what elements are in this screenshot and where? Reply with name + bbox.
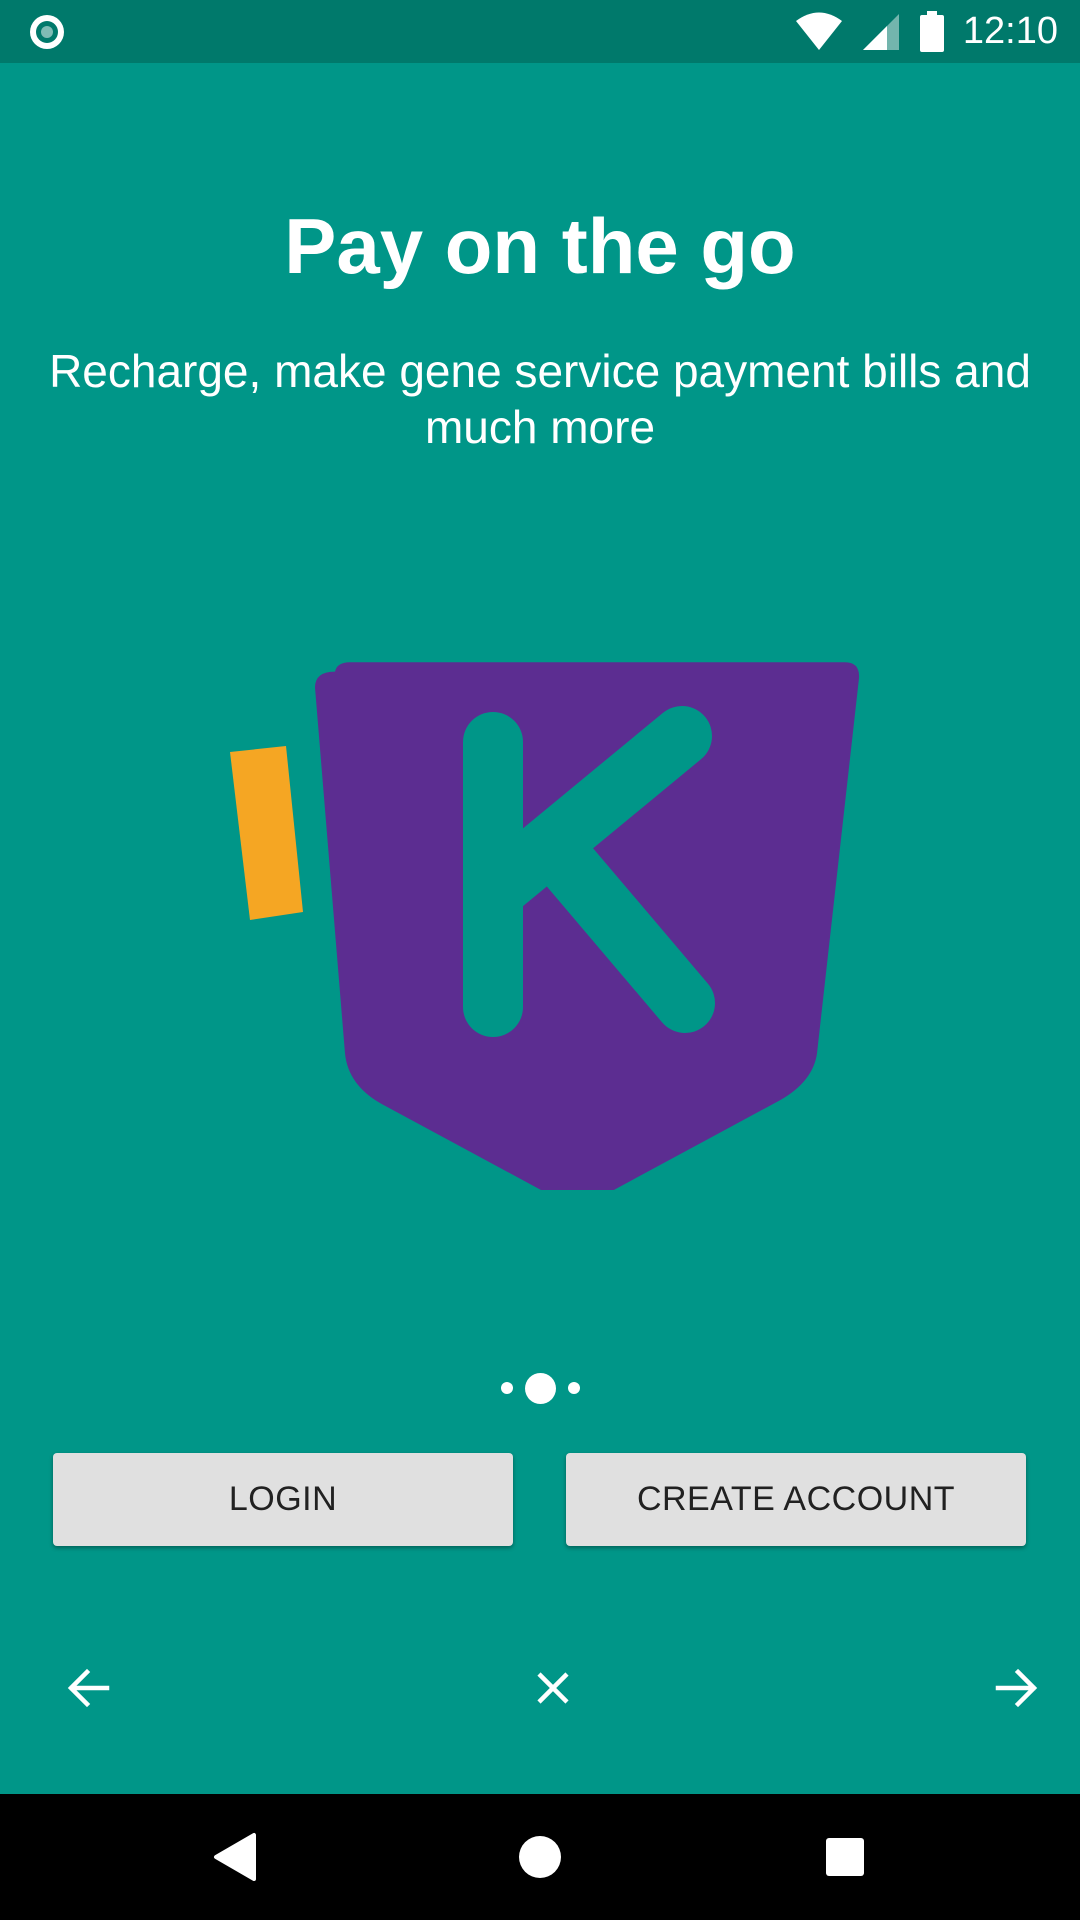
login-button[interactable]: LOGIN	[53, 1453, 513, 1546]
recording-dot-icon	[30, 15, 64, 49]
status-icons: 12:10	[795, 0, 1058, 63]
create-account-button[interactable]: CREATE ACCOUNT	[566, 1453, 1026, 1546]
next-button[interactable]	[976, 1648, 1056, 1728]
previous-button[interactable]	[49, 1648, 129, 1728]
arrow-left-icon	[67, 1668, 110, 1708]
recents-square-icon	[826, 1838, 864, 1876]
back-triangle-icon	[214, 1833, 256, 1881]
arrow-right-icon	[995, 1668, 1038, 1708]
page-dot	[500, 1382, 513, 1394]
system-recents-button[interactable]	[810, 1822, 880, 1892]
page-dot-active	[524, 1372, 556, 1404]
onboarding-screen: 12:10 Pay on the go Recharge, make gene …	[0, 0, 1080, 1920]
system-back-button[interactable]	[200, 1822, 270, 1892]
system-home-button[interactable]	[505, 1822, 575, 1892]
close-button[interactable]	[513, 1648, 593, 1728]
status-time: 12:10	[962, 10, 1058, 52]
app-logo	[230, 662, 860, 1190]
intro-subtitle: Recharge, make gene service payment bill…	[49, 345, 1031, 453]
battery-icon	[919, 10, 944, 52]
home-circle-icon	[519, 1836, 561, 1878]
cell-signal-icon	[862, 13, 899, 50]
system-navigation-bar	[0, 1794, 1080, 1920]
intro-title: Pay on the go	[284, 202, 796, 290]
status-bar: 12:10	[0, 0, 1080, 63]
wifi-icon	[795, 12, 842, 50]
logo-accent-bar	[230, 746, 303, 920]
page-dot	[567, 1382, 580, 1394]
close-icon	[537, 1672, 569, 1704]
page-indicator	[0, 1370, 1080, 1406]
